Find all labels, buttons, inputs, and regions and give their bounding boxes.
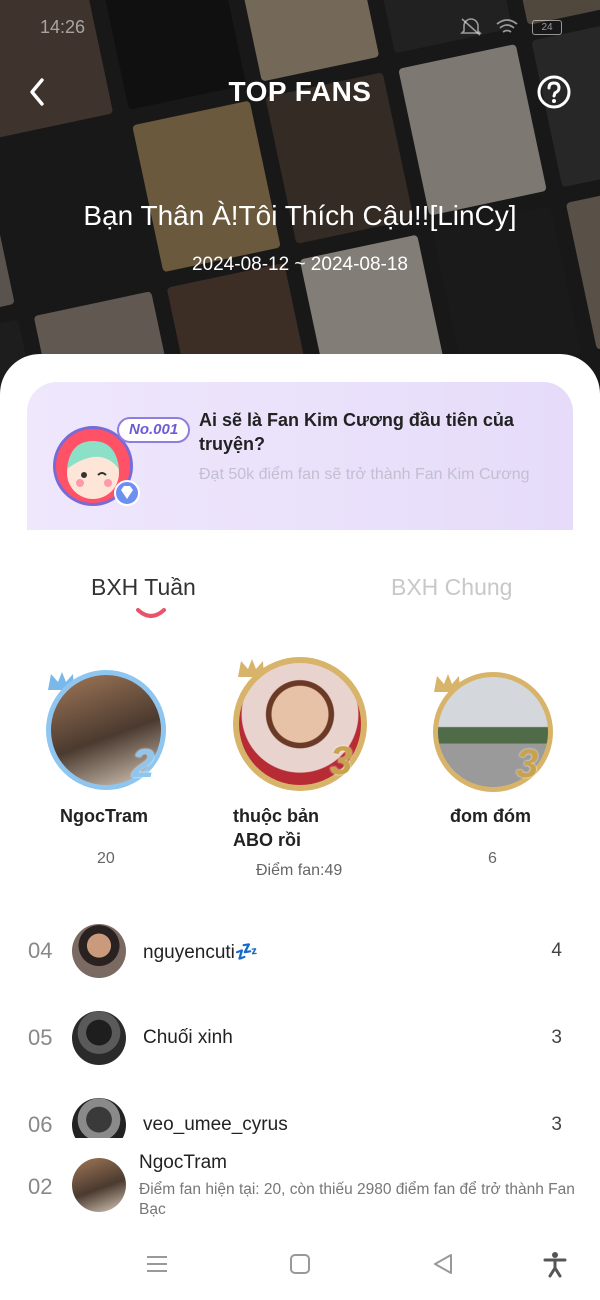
- rank-number: 04: [28, 938, 53, 963]
- banner-subtext: Đạt 50k điểm fan sẽ trở thành Fan Kim Cư…: [199, 466, 530, 483]
- diamond-fan-banner[interactable]: No.001 Ai sẽ là Fan Kim Cương đầu tiên c…: [27, 382, 573, 530]
- rank-number: 3: [516, 742, 539, 786]
- avatar: [72, 924, 126, 978]
- rank-badge: No.001: [117, 417, 191, 443]
- top-nav: TOP FANS: [0, 70, 600, 114]
- story-title: Bạn Thân À!Tôi Thích Cậu!![LinCy]: [83, 200, 517, 231]
- status-bar: 14:26 24: [40, 14, 562, 40]
- fan-score: 6: [488, 850, 497, 867]
- system-nav-bar: [0, 1228, 600, 1300]
- rank-number: 06: [28, 1112, 53, 1137]
- list-item[interactable]: 06 veo_umee_cyrus 3: [0, 1098, 600, 1138]
- my-rank-bar[interactable]: 02 NgocTram Điểm fan hiện tại: 20, còn t…: [0, 1138, 600, 1228]
- tab-indicator: [136, 608, 166, 618]
- fan-name: đom đóm: [450, 806, 531, 826]
- fan-name: thuộc bản ABO rồi: [233, 806, 319, 850]
- my-rank-number: 02: [28, 1174, 53, 1199]
- accessibility-icon[interactable]: [541, 1250, 569, 1278]
- fan-name: veo_umee_cyrus: [143, 1114, 288, 1135]
- fan-score: 3: [551, 1027, 562, 1048]
- avatar: [72, 1098, 126, 1138]
- battery-indicator: 24: [532, 19, 562, 35]
- tab-weekly[interactable]: BXH Tuần: [91, 574, 196, 601]
- my-avatar: [72, 1158, 126, 1212]
- fan-name: nguyencuti💤: [143, 942, 259, 963]
- status-time: 14:26: [40, 16, 86, 37]
- my-progress-text: Điểm fan hiện tại: 20, còn thiếu 2980 đi…: [139, 1181, 575, 1218]
- tab-overall[interactable]: BXH Chung: [391, 574, 512, 601]
- rank-number: 2: [132, 742, 155, 786]
- diamond-badge-icon: [114, 480, 140, 506]
- fan-name: Chuối xinh: [143, 1027, 233, 1048]
- menu-icon[interactable]: [143, 1250, 171, 1278]
- avatar: [72, 1011, 126, 1065]
- my-name: NgocTram: [139, 1152, 227, 1173]
- list-item[interactable]: 04 nguyencuti💤 4: [0, 924, 600, 984]
- date-range: 2024-08-12 ~ 2024-08-18: [191, 254, 409, 275]
- rank-number: 3: [330, 739, 353, 783]
- rank-number: 05: [28, 1025, 53, 1050]
- page-title: TOP FANS: [228, 76, 372, 107]
- square-icon[interactable]: [286, 1250, 314, 1278]
- banner-heading: Ai sẽ là Fan Kim Cương đầu tiên của truy…: [199, 410, 514, 454]
- fan-score: 20: [97, 850, 115, 867]
- fan-score: Điểm fan:49: [256, 862, 343, 879]
- mute-icon: [460, 18, 482, 36]
- fan-score: 4: [551, 940, 562, 961]
- list-item[interactable]: 05 Chuối xinh 3: [0, 1011, 600, 1071]
- question-circle-icon[interactable]: [536, 74, 572, 110]
- triangle-back-icon[interactable]: [429, 1250, 457, 1278]
- wifi-icon: [496, 19, 518, 33]
- fan-score: 3: [551, 1114, 562, 1135]
- fan-name: NgocTram: [60, 806, 149, 826]
